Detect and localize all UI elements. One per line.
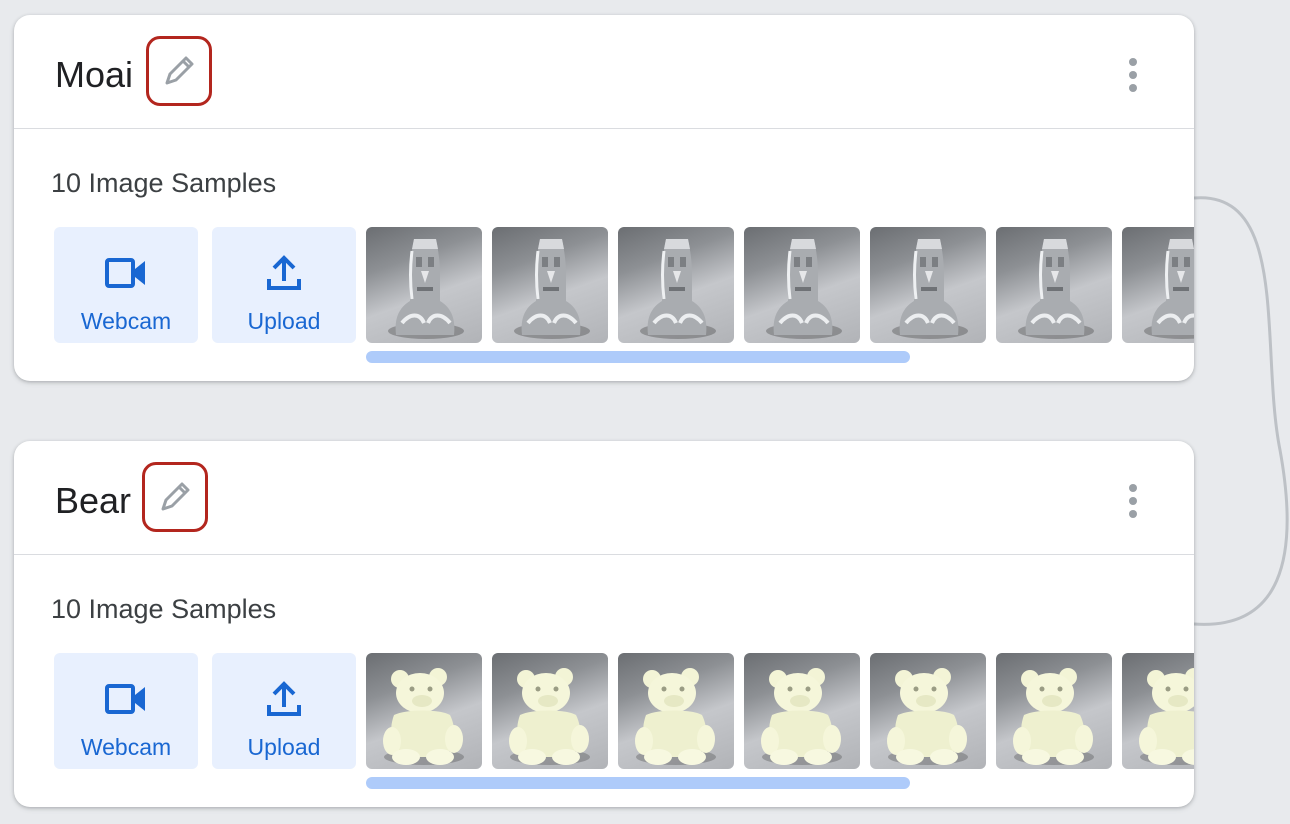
edit-class-name-button[interactable] [142, 462, 208, 532]
card-header: Moai [14, 15, 1194, 129]
more-vert-icon [1129, 58, 1137, 92]
videocam-icon [105, 684, 145, 714]
sample-thumbnail[interactable] [492, 227, 608, 343]
image-samples-count: 10 Image Samples [51, 594, 277, 624]
sample-thumbnail[interactable] [870, 653, 986, 769]
webcam-button-label: Webcam [80, 734, 172, 760]
webcam-button[interactable]: Webcam [54, 227, 198, 343]
sample-thumbnail[interactable] [996, 227, 1112, 343]
upload-button-label: Upload [247, 308, 321, 334]
sample-thumbnail[interactable] [996, 653, 1112, 769]
class-name-title[interactable]: Bear [55, 481, 131, 521]
moai-statue-image [892, 239, 968, 339]
thumbnails-scrollbar[interactable] [366, 777, 910, 789]
sample-thumbnail[interactable] [1122, 227, 1194, 343]
sample-thumbnail[interactable] [618, 227, 734, 343]
webcam-button-label: Webcam [80, 308, 172, 334]
moai-statue-image [514, 239, 590, 339]
card-options-button[interactable] [1118, 479, 1148, 523]
sample-thumbnail[interactable] [1122, 653, 1194, 769]
moai-statue-image [388, 239, 464, 339]
card-options-button[interactable] [1118, 53, 1148, 97]
bear-figurine-image [635, 668, 716, 765]
sample-thumbnail[interactable] [492, 653, 608, 769]
upload-button[interactable]: Upload [212, 227, 356, 343]
bear-figurine-image [1013, 668, 1094, 765]
card-header: Bear [14, 441, 1194, 555]
upload-button-label: Upload [247, 734, 321, 760]
pencil-icon [165, 56, 194, 85]
sample-thumbnail[interactable] [366, 653, 482, 769]
class-card-bear: Bear 10 Image Samples Webcam Upload [14, 441, 1194, 807]
pencil-icon [161, 482, 190, 511]
videocam-icon [105, 258, 145, 288]
sample-thumbnail[interactable] [366, 227, 482, 343]
moai-statue-image [640, 239, 716, 339]
image-samples-count: 10 Image Samples [51, 168, 277, 198]
thumbnails-scrollbar[interactable] [366, 351, 910, 363]
bear-figurine-image [1139, 668, 1194, 765]
moai-statue-image [1018, 239, 1094, 339]
sample-thumbnails[interactable] [366, 227, 1194, 343]
sample-thumbnail[interactable] [744, 227, 860, 343]
sample-thumbnails[interactable] [366, 653, 1194, 769]
bear-figurine-image [509, 668, 590, 765]
bear-figurine-image [383, 668, 464, 765]
moai-statue-image [1144, 239, 1194, 339]
bear-figurine-image [761, 668, 842, 765]
more-vert-icon [1129, 484, 1137, 518]
sample-thumbnail[interactable] [744, 653, 860, 769]
upload-icon [267, 255, 301, 290]
sample-thumbnail[interactable] [618, 653, 734, 769]
sample-thumbnail[interactable] [870, 227, 986, 343]
bear-figurine-image [887, 668, 968, 765]
moai-statue-image [766, 239, 842, 339]
webcam-button[interactable]: Webcam [54, 653, 198, 769]
class-name-title[interactable]: Moai [55, 55, 133, 95]
upload-icon [267, 681, 301, 716]
class-card-moai: Moai 10 Image Samples Webcam Upload [14, 15, 1194, 381]
edit-class-name-button[interactable] [146, 36, 212, 106]
upload-button[interactable]: Upload [212, 653, 356, 769]
